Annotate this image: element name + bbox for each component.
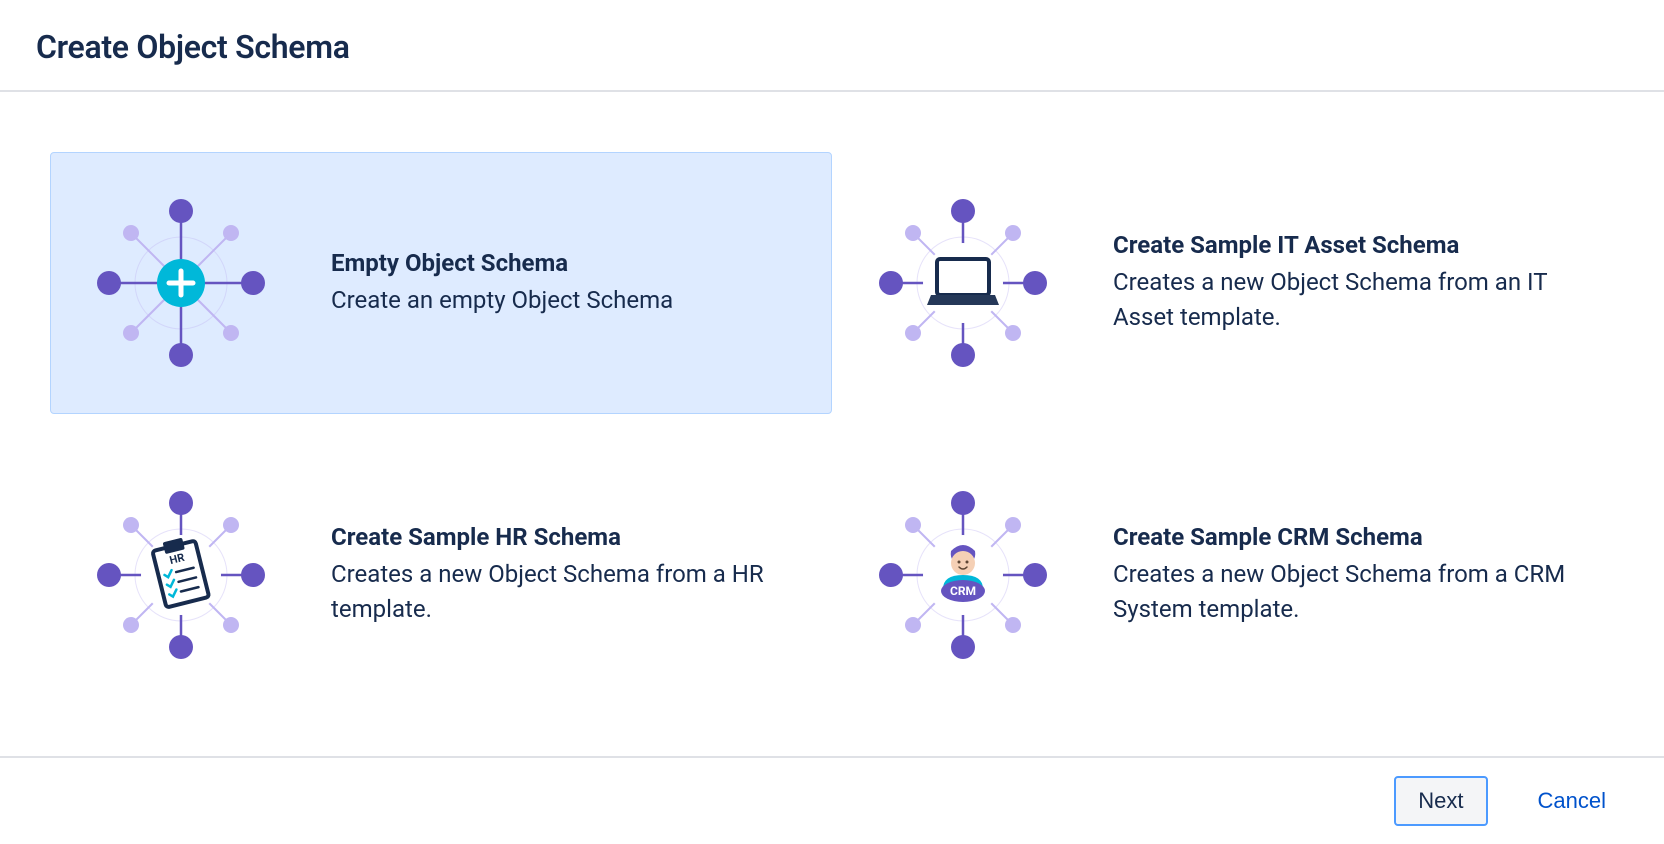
cancel-button[interactable]: Cancel — [1516, 778, 1628, 824]
option-description: Creates a new Object Schema from a HR te… — [331, 557, 791, 627]
hr-schema-icon: HR — [81, 475, 281, 675]
next-button[interactable]: Next — [1394, 776, 1487, 826]
option-text: Create Sample IT Asset Schema Creates a … — [1113, 231, 1573, 335]
option-text: Create Sample HR Schema Creates a new Ob… — [331, 523, 791, 627]
it-asset-schema-icon — [863, 183, 1063, 383]
create-object-schema-dialog: Create Object Schema — [0, 0, 1664, 844]
dialog-title: Create Object Schema — [36, 28, 1628, 66]
empty-schema-icon — [81, 183, 281, 383]
option-crm-schema[interactable]: CRM Create Sample CRM Schema Creates a n… — [832, 444, 1614, 706]
dialog-footer: Next Cancel — [0, 756, 1664, 844]
option-title: Create Sample CRM Schema — [1113, 523, 1573, 551]
option-description: Creates a new Object Schema from an IT A… — [1113, 265, 1573, 335]
option-description: Create an empty Object Schema — [331, 283, 791, 318]
option-title: Create Sample IT Asset Schema — [1113, 231, 1573, 259]
option-title: Create Sample HR Schema — [331, 523, 791, 551]
options-grid: Empty Object Schema Create an empty Obje… — [0, 92, 1664, 756]
option-it-asset-schema[interactable]: Create Sample IT Asset Schema Creates a … — [832, 152, 1614, 414]
option-title: Empty Object Schema — [331, 249, 791, 277]
option-hr-schema[interactable]: HR Create Sample — [50, 444, 832, 706]
option-text: Create Sample CRM Schema Creates a new O… — [1113, 523, 1573, 627]
option-empty-schema[interactable]: Empty Object Schema Create an empty Obje… — [50, 152, 832, 414]
option-description: Creates a new Object Schema from a CRM S… — [1113, 557, 1573, 627]
crm-schema-icon: CRM — [863, 475, 1063, 675]
option-text: Empty Object Schema Create an empty Obje… — [331, 249, 791, 318]
dialog-header: Create Object Schema — [0, 0, 1664, 92]
crm-label: CRM — [950, 584, 976, 598]
